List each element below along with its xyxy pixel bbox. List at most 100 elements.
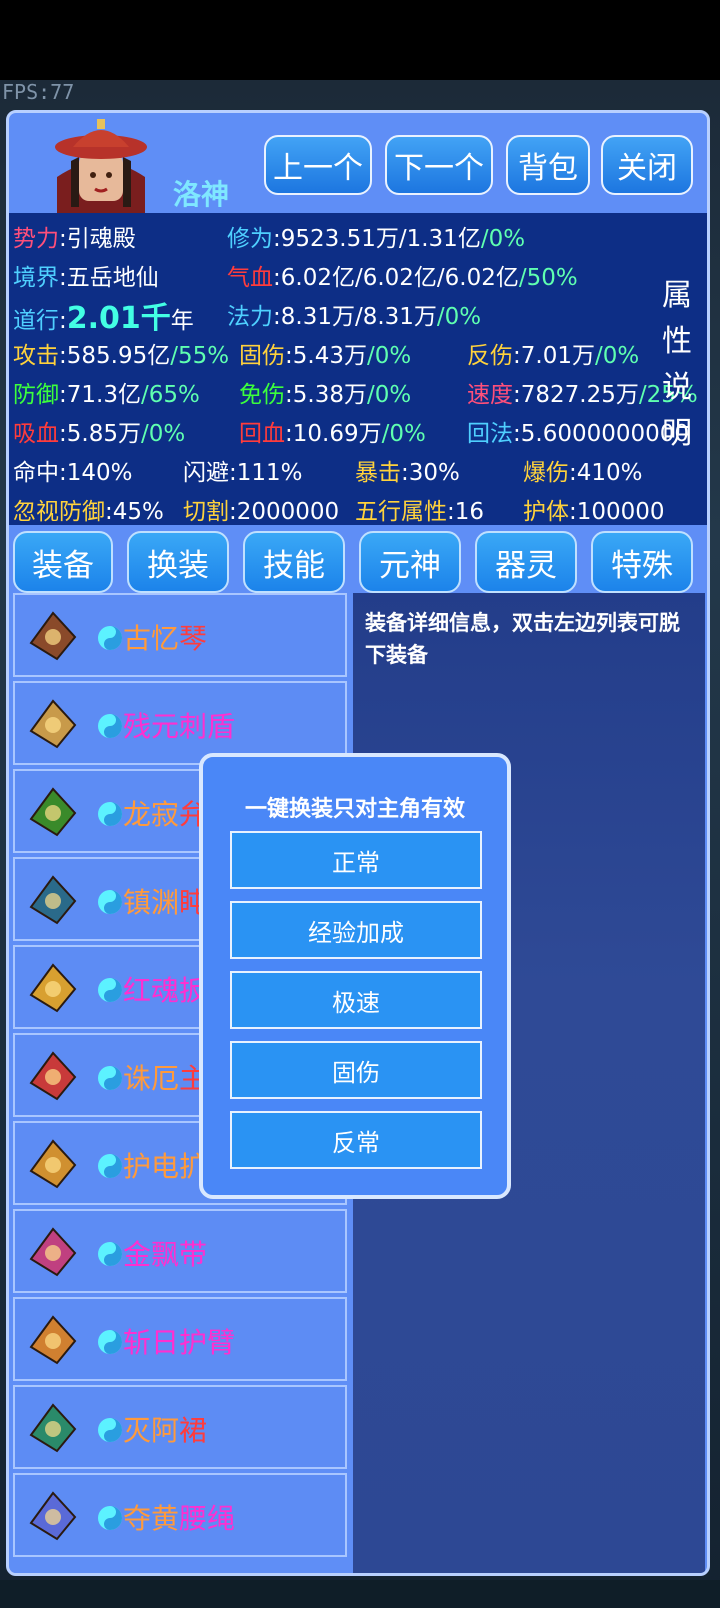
stat-hit: 命中:140% (13, 460, 133, 486)
character-avatar (49, 117, 153, 217)
equipment-item[interactable]: 古忆琴 (13, 593, 347, 677)
equipment-name-part: 金飘带 (123, 1238, 208, 1271)
stat-regen: 回血:10.69万/0% (239, 421, 426, 447)
outfit-exp-bonus-button[interactable]: 经验加成 (230, 901, 482, 959)
stat-cut: 切割:2000000 (183, 499, 340, 525)
next-button[interactable]: 下一个 (385, 135, 493, 195)
skirt-icon (21, 1395, 85, 1459)
equipment-name: 灭阿裙 (123, 1409, 207, 1449)
equipment-item[interactable]: 金飘带 (13, 1209, 347, 1293)
yinyang-icon (97, 713, 123, 739)
equipment-name: 红魂扳 (123, 969, 207, 1009)
yinyang-icon (97, 1329, 123, 1355)
tab-artifact[interactable]: 器灵 (475, 531, 577, 593)
equipment-name-part: 红魂 (123, 974, 180, 1007)
outfit-fixed-dmg-button[interactable]: 固伤 (230, 1041, 482, 1099)
equipment-name-part: 腰绳 (179, 1502, 236, 1535)
stat-hp: 气血:6.02亿/6.02亿/6.02亿/50% (227, 265, 578, 291)
equipment-name-part: 斩日护臂 (123, 1326, 236, 1359)
stat-shield: 护体:100000 (523, 499, 665, 525)
talisman-icon (21, 1131, 85, 1195)
attribute-info-button[interactable]: 属 性 说 明 (655, 273, 699, 457)
stat-cultivation: 修为:9523.51万/1.31亿/0% (227, 226, 526, 252)
stat-realm: 境界:五岳地仙 (13, 265, 159, 291)
equipment-item[interactable]: 斩日护臂 (13, 1297, 347, 1381)
armor-icon (21, 1043, 85, 1107)
equipment-name-part: 裙 (179, 1414, 208, 1447)
tab-equipment[interactable]: 装备 (13, 531, 113, 593)
bracer-icon (21, 1307, 85, 1371)
stat-reflect: 反伤:7.01万/0% (467, 343, 640, 369)
status-bar (0, 0, 720, 80)
stat-dodge: 闪避:111% (183, 460, 303, 486)
ribbon-icon (21, 1219, 85, 1283)
equipment-name: 镇渊盹 (123, 881, 207, 921)
character-panel: 洛神 上一个 下一个 背包 关闭 势力:引魂殿 修为:9523.51万/1.31… (6, 110, 710, 1576)
equipment-name-part: 护电 (123, 1150, 180, 1183)
helmet-icon (21, 779, 85, 843)
equipment-item[interactable]: 灭阿裙 (13, 1385, 347, 1469)
stat-fixed-dmg: 固伤:5.43万/0% (239, 343, 412, 369)
outfit-anomaly-button[interactable]: 反常 (230, 1111, 482, 1169)
outfit-normal-button[interactable]: 正常 (230, 831, 482, 889)
yinyang-icon (97, 889, 123, 915)
attr-char: 说 (662, 370, 692, 405)
attr-char: 明 (662, 416, 692, 451)
yinyang-icon (97, 801, 123, 827)
stat-crit-dmg: 爆伤:410% (523, 460, 643, 486)
tab-skills[interactable]: 技能 (243, 531, 345, 593)
helmet-blue-icon (21, 867, 85, 931)
equipment-name-part: 诛厄 (123, 1062, 180, 1095)
equipment-name-part: 灭阿 (123, 1414, 180, 1447)
shield-icon (21, 691, 85, 755)
equipment-name: 斩日护臂 (123, 1321, 235, 1361)
belt-icon (21, 1483, 85, 1547)
stat-defense: 防御:71.3亿/65% (13, 382, 200, 408)
stat-dao: 道行:2.01千年 (13, 301, 194, 336)
equipment-name-part: 镇渊 (123, 886, 180, 919)
stat-crit: 暴击:30% (355, 460, 460, 486)
quick-outfit-dialog: 一键换装只对主角有效 正常 经验加成 极速 固伤 反常 (199, 753, 511, 1199)
yinyang-icon (97, 1417, 123, 1443)
equipment-name: 古忆琴 (123, 617, 207, 657)
tab-outfit[interactable]: 换装 (127, 531, 229, 593)
stat-ignore-def: 忽视防御:45% (13, 499, 164, 525)
yinyang-icon (97, 1153, 123, 1179)
yinyang-icon (97, 1241, 123, 1267)
equipment-name: 残元刺盾 (123, 705, 235, 745)
stats-panel: 势力:引魂殿 修为:9523.51万/1.31亿/0% 境界:五岳地仙 气血:6… (9, 213, 707, 525)
prev-button[interactable]: 上一个 (264, 135, 372, 195)
equipment-name-part: 夺黄 (123, 1502, 180, 1535)
tab-spirit[interactable]: 元神 (359, 531, 461, 593)
mask-icon (21, 955, 85, 1019)
stat-element: 五行属性:16 (355, 499, 485, 525)
yinyang-icon (97, 1505, 123, 1531)
equipment-name: 护电扩 (123, 1145, 207, 1185)
close-button[interactable]: 关闭 (601, 135, 693, 195)
equipment-name-part: 龙寂 (123, 798, 180, 831)
yinyang-icon (97, 625, 123, 651)
yinyang-icon (97, 977, 123, 1003)
equipment-name: 金飘带 (123, 1233, 207, 1273)
equipment-name-part: 古忆 (123, 622, 180, 655)
stat-faction: 势力:引魂殿 (13, 226, 136, 252)
equipment-name: 夺黄腰绳 (123, 1497, 235, 1537)
qin-icon (21, 603, 85, 667)
tab-special[interactable]: 特殊 (591, 531, 693, 593)
attr-char: 性 (662, 324, 692, 359)
character-name: 洛神 (173, 178, 230, 211)
equipment-detail-text: 装备详细信息，双击左边列表可脱下装备 (365, 611, 680, 667)
stat-immune: 免伤:5.38万/0% (239, 382, 412, 408)
attr-char: 属 (662, 278, 692, 313)
bag-button[interactable]: 背包 (506, 135, 590, 195)
dialog-title: 一键换装只对主角有效 (244, 797, 465, 822)
equipment-name-part: 残元刺盾 (123, 710, 236, 743)
outfit-speed-button[interactable]: 极速 (230, 971, 482, 1029)
yinyang-icon (97, 1065, 123, 1091)
stat-attack: 攻击:585.95亿/55% (13, 343, 230, 369)
fps-counter: FPS:77 (2, 80, 75, 104)
equipment-item[interactable]: 夺黄腰绳 (13, 1473, 347, 1557)
equipment-name-part: 琴 (179, 622, 208, 655)
stat-lifesteal: 吸血:5.85万/0% (13, 421, 186, 447)
stat-mana: 法力:8.31万/8.31万/0% (227, 304, 482, 330)
